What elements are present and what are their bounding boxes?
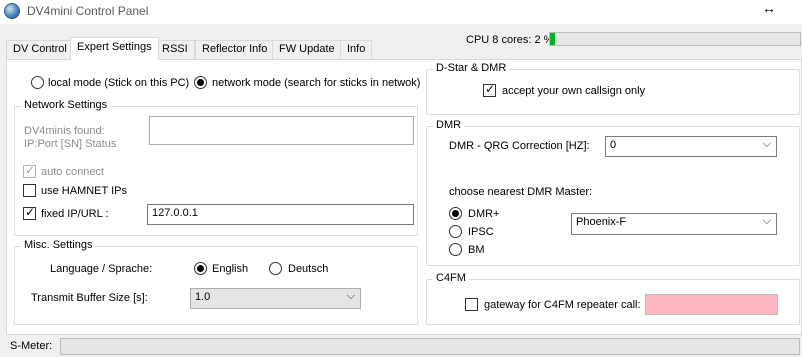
dstar-dmr-title: D-Star & DMR — [433, 62, 510, 74]
deutsch-label[interactable]: Deutsch — [288, 263, 328, 275]
tab-dv-control[interactable]: DV Control — [6, 40, 74, 59]
use-hamnet-checkbox[interactable] — [23, 184, 36, 197]
local-mode-label[interactable]: local mode (Stick on this PC) — [48, 77, 189, 89]
network-settings-title: Network Settings — [21, 99, 111, 111]
misc-settings-group: Misc. Settings — [14, 239, 418, 325]
qrg-correction-value: 0 — [610, 139, 617, 151]
english-radio[interactable] — [194, 262, 207, 275]
fixed-ip-label[interactable]: fixed IP/URL : — [41, 208, 108, 220]
ipsc-label[interactable]: IPSC — [468, 226, 494, 238]
tab-info[interactable]: Info — [340, 40, 373, 59]
dmr-master-label: choose nearest DMR Master: — [449, 186, 593, 198]
english-label[interactable]: English — [212, 263, 248, 275]
qrg-correction-select[interactable]: 0 ⌵ — [605, 136, 777, 157]
tab-fw-update[interactable]: FW Update — [272, 40, 342, 59]
ipsc-radio[interactable] — [449, 225, 462, 238]
s-meter-bar — [60, 338, 800, 355]
use-hamnet-label[interactable]: use HAMNET IPs — [41, 185, 127, 197]
dmr-title: DMR — [433, 119, 465, 131]
ip-port-status-label: IP:Port [SN] Status — [24, 138, 117, 150]
app-globe-icon — [4, 3, 20, 19]
bm-radio[interactable] — [449, 243, 462, 256]
bm-label[interactable]: BM — [468, 244, 485, 256]
qrg-correction-label: DMR - QRG Correction [HZ]: — [449, 140, 590, 152]
transmit-buffer-select[interactable]: 1.0 ⌵ — [190, 288, 361, 309]
cpu-progress-fill — [550, 33, 555, 45]
language-label: Language / Sprache: — [50, 263, 153, 275]
c4fm-gateway-label[interactable]: gateway for C4FM repeater call: — [484, 299, 641, 311]
dv4minis-found-list[interactable] — [149, 116, 414, 145]
dmr-master-select[interactable]: Phoenix-F ⌵ — [571, 213, 777, 235]
chevron-down-icon: ⌵ — [762, 138, 771, 150]
deutsch-radio[interactable] — [269, 262, 282, 275]
tab-rssi[interactable]: RSSI — [155, 40, 195, 59]
c4fm-gateway-checkbox[interactable] — [465, 298, 478, 311]
window-title: DV4mini Control Panel — [27, 4, 149, 18]
dmr-plus-label[interactable]: DMR+ — [468, 208, 499, 220]
chevron-down-icon: ⌵ — [346, 290, 355, 302]
cpu-label: CPU 8 cores: 2 % — [466, 34, 554, 46]
tab-reflector-info[interactable]: Reflector Info — [195, 40, 275, 59]
c4fm-title: C4FM — [433, 272, 469, 284]
dmr-plus-radio[interactable] — [449, 207, 462, 220]
own-callsign-checkbox[interactable] — [483, 82, 496, 97]
network-mode-radio[interactable] — [194, 76, 207, 89]
auto-connect-checkbox — [23, 163, 36, 178]
fixed-ip-checkbox[interactable] — [23, 205, 36, 220]
tab-expert-settings[interactable]: Expert Settings — [70, 37, 159, 60]
network-mode-label[interactable]: network mode (search for sticks in netwo… — [212, 77, 420, 89]
misc-settings-title: Misc. Settings — [21, 239, 96, 251]
transmit-buffer-label: Transmit Buffer Size [s]: — [31, 292, 148, 304]
chevron-down-icon: ⌵ — [762, 215, 771, 227]
resize-arrows-icon[interactable]: ↔ — [762, 0, 776, 16]
transmit-buffer-value: 1.0 — [195, 291, 211, 303]
own-callsign-label[interactable]: accept your own callsign only — [502, 85, 645, 97]
local-mode-radio[interactable] — [31, 76, 44, 89]
dmr-master-value: Phoenix-F — [576, 216, 627, 228]
auto-connect-label: auto connect — [41, 166, 104, 178]
c4fm-gateway-input[interactable] — [645, 294, 778, 315]
s-meter-label: S-Meter: — [10, 340, 53, 352]
fixed-ip-input[interactable]: 127.0.0.1 — [147, 204, 414, 225]
cpu-progress-bar — [549, 32, 801, 46]
dv4minis-found-label: DV4minis found: — [24, 125, 105, 137]
